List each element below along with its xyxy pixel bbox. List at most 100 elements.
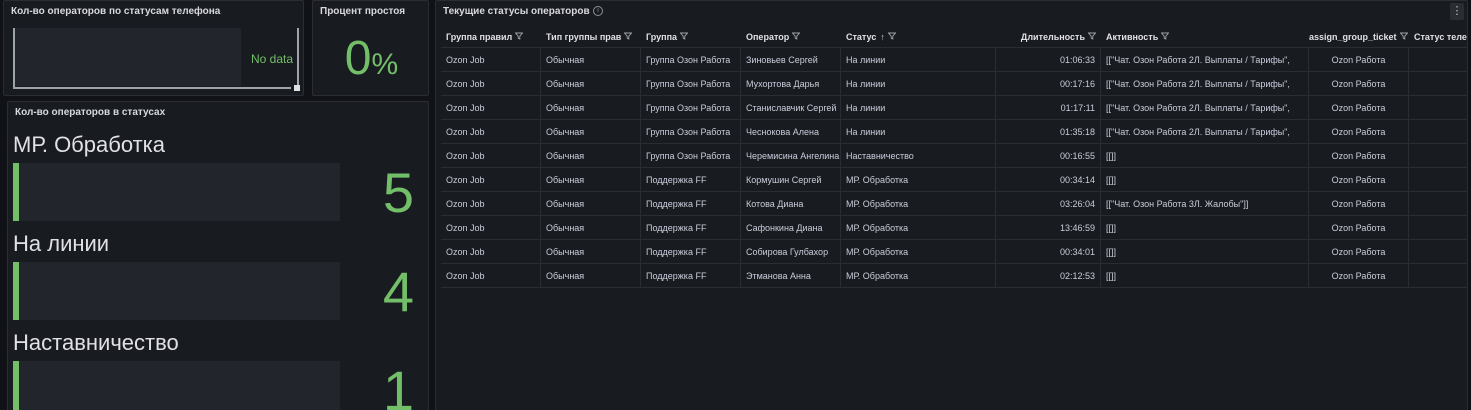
cell-rule-group: Ozon Job bbox=[441, 240, 541, 263]
sort-asc-icon[interactable]: ↑ bbox=[880, 26, 885, 47]
cell-assign-group: Ozon Работа bbox=[1309, 96, 1409, 119]
cell-phone-status bbox=[1409, 264, 1467, 287]
cell-group-type: Обычная bbox=[541, 72, 641, 95]
column-header-operator[interactable]: Оператор bbox=[741, 26, 841, 47]
filter-icon[interactable] bbox=[514, 26, 524, 47]
cell-status: На линии bbox=[841, 96, 996, 119]
cell-rule-group: Ozon Job bbox=[441, 264, 541, 287]
resize-handle[interactable] bbox=[294, 85, 300, 91]
cell-assign-group: Ozon Работа bbox=[1309, 144, 1409, 167]
cell-group: Поддержка FF bbox=[641, 240, 741, 263]
cell-group: Поддержка FF bbox=[641, 264, 741, 287]
column-header-label: Группа bbox=[646, 32, 678, 42]
cell-duration: 03:26:04 bbox=[996, 192, 1101, 215]
cell-duration: 01:06:33 bbox=[996, 48, 1101, 71]
panel-title: Кол-во операторов в статусах bbox=[15, 107, 166, 118]
cell-activity: [["Чат. Озон Работа 3Л. Жалобы"]] bbox=[1101, 192, 1309, 215]
table-row[interactable]: Ozon Job Обычная Поддержка FF Сафонкина Диа… bbox=[441, 216, 1467, 240]
cell-status: На линии bbox=[841, 48, 996, 71]
cell-group-type: Обычная bbox=[541, 144, 641, 167]
cell-status: На линии bbox=[841, 120, 996, 143]
panel-title: Процент простоя bbox=[320, 6, 406, 17]
panel-operator-statuses: Кол-во операторов в статусах МР. Обработ… bbox=[7, 101, 429, 410]
cell-group-type: Обычная bbox=[541, 48, 641, 71]
table-row[interactable]: Ozon Job Обычная Группа Озон Работа Станисл… bbox=[441, 96, 1467, 120]
gauge-fill bbox=[13, 163, 19, 221]
cell-activity: [["Чат. Озон Работа 2Л. Выплаты / Тарифы… bbox=[1101, 72, 1309, 95]
data-table: Группа правил Тип группы прав Группа Операт… bbox=[441, 26, 1467, 288]
cell-activity: [[]] bbox=[1101, 144, 1309, 167]
cell-group: Группа Озон Работа bbox=[641, 144, 741, 167]
column-header-group-type[interactable]: Тип группы прав bbox=[541, 26, 641, 47]
gauge-label: МР. Обработка bbox=[13, 132, 166, 157]
column-header-rule-group[interactable]: Группа правил bbox=[441, 26, 541, 47]
panel-menu-button[interactable]: ⋮ bbox=[1450, 3, 1464, 20]
cell-status: МР. Обработка bbox=[841, 168, 996, 191]
cell-group-type: Обычная bbox=[541, 120, 641, 143]
cell-phone-status bbox=[1409, 48, 1467, 71]
cell-status: МР. Обработка bbox=[841, 240, 996, 263]
cell-status: МР. Обработка bbox=[841, 264, 996, 287]
cell-rule-group: Ozon Job bbox=[441, 144, 541, 167]
right-axis bbox=[297, 28, 299, 86]
cell-rule-group: Ozon Job bbox=[441, 96, 541, 119]
cell-group-type: Обычная bbox=[541, 96, 641, 119]
cell-status: Наставничество bbox=[841, 144, 996, 167]
gauge-value: 4 bbox=[382, 260, 414, 323]
cell-activity: [[]] bbox=[1101, 240, 1309, 263]
column-header-group[interactable]: Группа bbox=[641, 26, 741, 47]
cell-assign-group: Ozon Работа bbox=[1309, 192, 1409, 215]
column-header-label: Статус теле bbox=[1414, 32, 1467, 42]
panel-operator-table: Текущие статусы операторов i ⋮ Группа пр… bbox=[435, 0, 1468, 410]
column-header-duration[interactable]: Длительность bbox=[996, 26, 1101, 47]
x-axis bbox=[13, 87, 291, 89]
filter-icon[interactable] bbox=[623, 26, 633, 47]
table-row[interactable]: Ozon Job Обычная Поддержка FF Котова Диана М… bbox=[441, 192, 1467, 216]
table-row[interactable]: Ozon Job Обычная Группа Озон Работа Зиновье… bbox=[441, 48, 1467, 72]
cell-phone-status bbox=[1409, 168, 1467, 191]
table-row[interactable]: Ozon Job Обычная Группа Озон Работа Чесноко… bbox=[441, 120, 1467, 144]
table-row[interactable]: Ozon Job Обычная Группа Озон Работа Черемис… bbox=[441, 144, 1467, 168]
table-row[interactable]: Ozon Job Обычная Поддержка FF Этманова Анна… bbox=[441, 264, 1467, 288]
cell-assign-group: Ozon Работа bbox=[1309, 216, 1409, 239]
table-header: Группа правил Тип группы прав Группа Операт… bbox=[441, 26, 1467, 48]
cell-rule-group: Ozon Job bbox=[441, 168, 541, 191]
cell-duration: 00:16:55 bbox=[996, 144, 1101, 167]
cell-assign-group: Ozon Работа bbox=[1309, 48, 1409, 71]
cell-activity: [["Чат. Озон Работа 2Л. Выплаты / Тарифы… bbox=[1101, 120, 1309, 143]
info-icon[interactable]: i bbox=[593, 6, 603, 16]
stat-number: 0 bbox=[344, 32, 372, 85]
column-header-label: Длительность bbox=[1020, 32, 1085, 42]
gauge-fill bbox=[13, 361, 19, 410]
table-row[interactable]: Ozon Job Обычная Группа Озон Работа Мухорто… bbox=[441, 72, 1467, 96]
column-header-status[interactable]: Статус ↑ bbox=[841, 26, 996, 47]
cell-group-type: Обычная bbox=[541, 168, 641, 191]
cell-operator: Черемисина Ангелина bbox=[741, 144, 841, 167]
filter-icon[interactable] bbox=[887, 26, 897, 47]
gauge-fill bbox=[13, 262, 19, 320]
gauge-label: Наставничество bbox=[13, 330, 179, 355]
cell-assign-group: Ozon Работа bbox=[1309, 240, 1409, 263]
cell-group: Группа Озон Работа bbox=[641, 48, 741, 71]
cell-operator: Сафонкина Диана bbox=[741, 216, 841, 239]
table-row[interactable]: Ozon Job Обычная Поддержка FF Кормушин Серг… bbox=[441, 168, 1467, 192]
filter-icon[interactable] bbox=[1399, 26, 1408, 47]
filter-icon[interactable] bbox=[1160, 26, 1170, 47]
table-row[interactable]: Ozon Job Обычная Поддержка FF Собирова Гулб… bbox=[441, 240, 1467, 264]
column-header-activity[interactable]: Активность bbox=[1101, 26, 1309, 47]
cell-operator: Станиславчик Сергей bbox=[741, 96, 841, 119]
column-header-assign-group[interactable]: assign_group_ticket bbox=[1309, 26, 1409, 47]
filter-icon[interactable] bbox=[1087, 26, 1097, 47]
filter-icon[interactable] bbox=[679, 26, 689, 47]
filter-icon[interactable] bbox=[791, 26, 801, 47]
cell-duration: 00:17:16 bbox=[996, 72, 1101, 95]
cell-phone-status bbox=[1409, 120, 1467, 143]
stat-unit: % bbox=[371, 48, 399, 81]
cell-rule-group: Ozon Job bbox=[441, 192, 541, 215]
column-header-label: Статус bbox=[846, 32, 877, 42]
cell-rule-group: Ozon Job bbox=[441, 72, 541, 95]
cell-group-type: Обычная bbox=[541, 216, 641, 239]
cell-group: Группа Озон Работа bbox=[641, 96, 741, 119]
column-header-phone-status[interactable]: Статус теле bbox=[1409, 26, 1467, 47]
cell-phone-status bbox=[1409, 240, 1467, 263]
